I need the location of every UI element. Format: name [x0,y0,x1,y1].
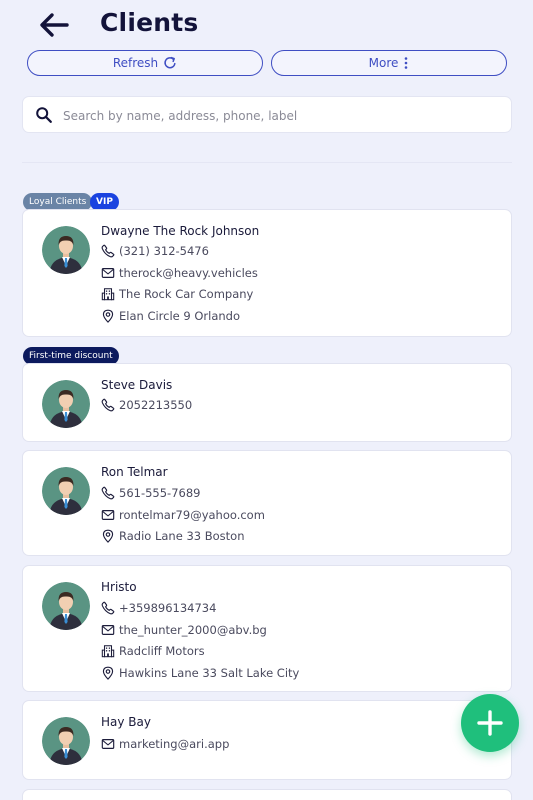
client-name: Hristo [101,580,137,594]
search-bar [22,96,512,133]
building-icon [101,644,115,658]
client-phone: (321) 312-5476 [101,243,209,259]
client-name: Dwayne The Rock Johnson [101,224,260,238]
page-title: Clients [100,8,199,37]
more-button[interactable]: More [271,50,507,76]
building-icon [101,287,115,301]
client-email-value: marketing@ari.app [119,737,230,751]
mail-icon [101,266,115,280]
client-card[interactable]: Hristo +359896134734 the_hunter_2000@abv… [22,565,512,692]
client-address-value: Hawkins Lane 33 Salt Lake City [119,666,300,680]
client-phone: +359896134734 [101,600,216,616]
client-card[interactable]: Hay Bay marketing@ari.app [22,700,512,780]
search-icon [36,107,52,123]
client-email: marketing@ari.app [101,736,229,752]
phone-icon [101,398,115,412]
header: Clients [0,0,533,50]
map-pin-icon [101,309,115,323]
more-vertical-icon [405,57,408,69]
client-name: Ron Telmar [101,465,168,479]
map-pin-icon [101,529,115,543]
toolbar: Refresh More [27,50,507,78]
phone-icon [101,244,115,258]
client-address-value: Radio Lane 33 Boston [119,529,245,543]
client-company-value: The Rock Car Company [119,287,254,301]
arrow-left-icon [40,13,69,37]
client-company: The Rock Car Company [101,286,253,302]
mail-icon [101,623,115,637]
refresh-button[interactable]: Refresh [27,50,263,76]
plus-icon [477,710,503,736]
client-phone: 2052213550 [101,397,192,413]
phone-icon [101,486,115,500]
client-email-value: the_hunter_2000@abv.bg [119,623,267,637]
avatar [42,226,90,274]
client-email-value: therock@heavy.vehicles [119,266,258,280]
client-company: Radcliff Motors [101,643,205,659]
client-address: Radio Lane 33 Boston [101,528,244,544]
client-card[interactable]: Dwayne The Rock Johnson (321) 312-5476 t… [22,209,512,337]
avatar [42,717,90,765]
search-input[interactable] [61,103,505,129]
client-card[interactable]: Ron Telmar 561-555-7689 rontelmar79@yaho… [22,450,512,556]
mail-icon [101,737,115,751]
phone-icon [101,601,115,615]
client-email: therock@heavy.vehicles [101,265,258,281]
client-address-value: Elan Circle 9 Orlando [119,309,241,323]
add-client-button[interactable] [461,694,519,752]
client-phone: 561-555-7689 [101,485,200,501]
client-name: Hay Bay [101,715,151,729]
avatar [42,467,90,515]
client-card[interactable]: Steve Davis 2052213550 [22,363,512,442]
avatar [42,582,90,630]
client-company-value: Radcliff Motors [119,644,205,658]
client-address: Elan Circle 9 Orlando [101,308,240,324]
client-email: rontelmar79@yahoo.com [101,507,265,523]
client-email: the_hunter_2000@abv.bg [101,622,267,638]
client-phone-value: +359896134734 [119,601,217,615]
client-phone-value: 561-555-7689 [119,486,201,500]
client-name: Steve Davis [101,378,173,392]
client-address: Hawkins Lane 33 Salt Lake City [101,665,299,681]
divider [22,162,512,163]
map-pin-icon [101,666,115,680]
avatar [42,380,90,428]
refresh-icon [164,56,176,69]
client-card[interactable] [22,789,512,800]
client-phone-value: 2052213550 [119,398,193,412]
more-label: More [368,56,399,70]
client-email-value: rontelmar79@yahoo.com [119,508,265,522]
refresh-label: Refresh [112,56,159,70]
mail-icon [101,508,115,522]
client-phone-value: (321) 312-5476 [119,244,209,258]
back-button[interactable] [36,8,74,42]
